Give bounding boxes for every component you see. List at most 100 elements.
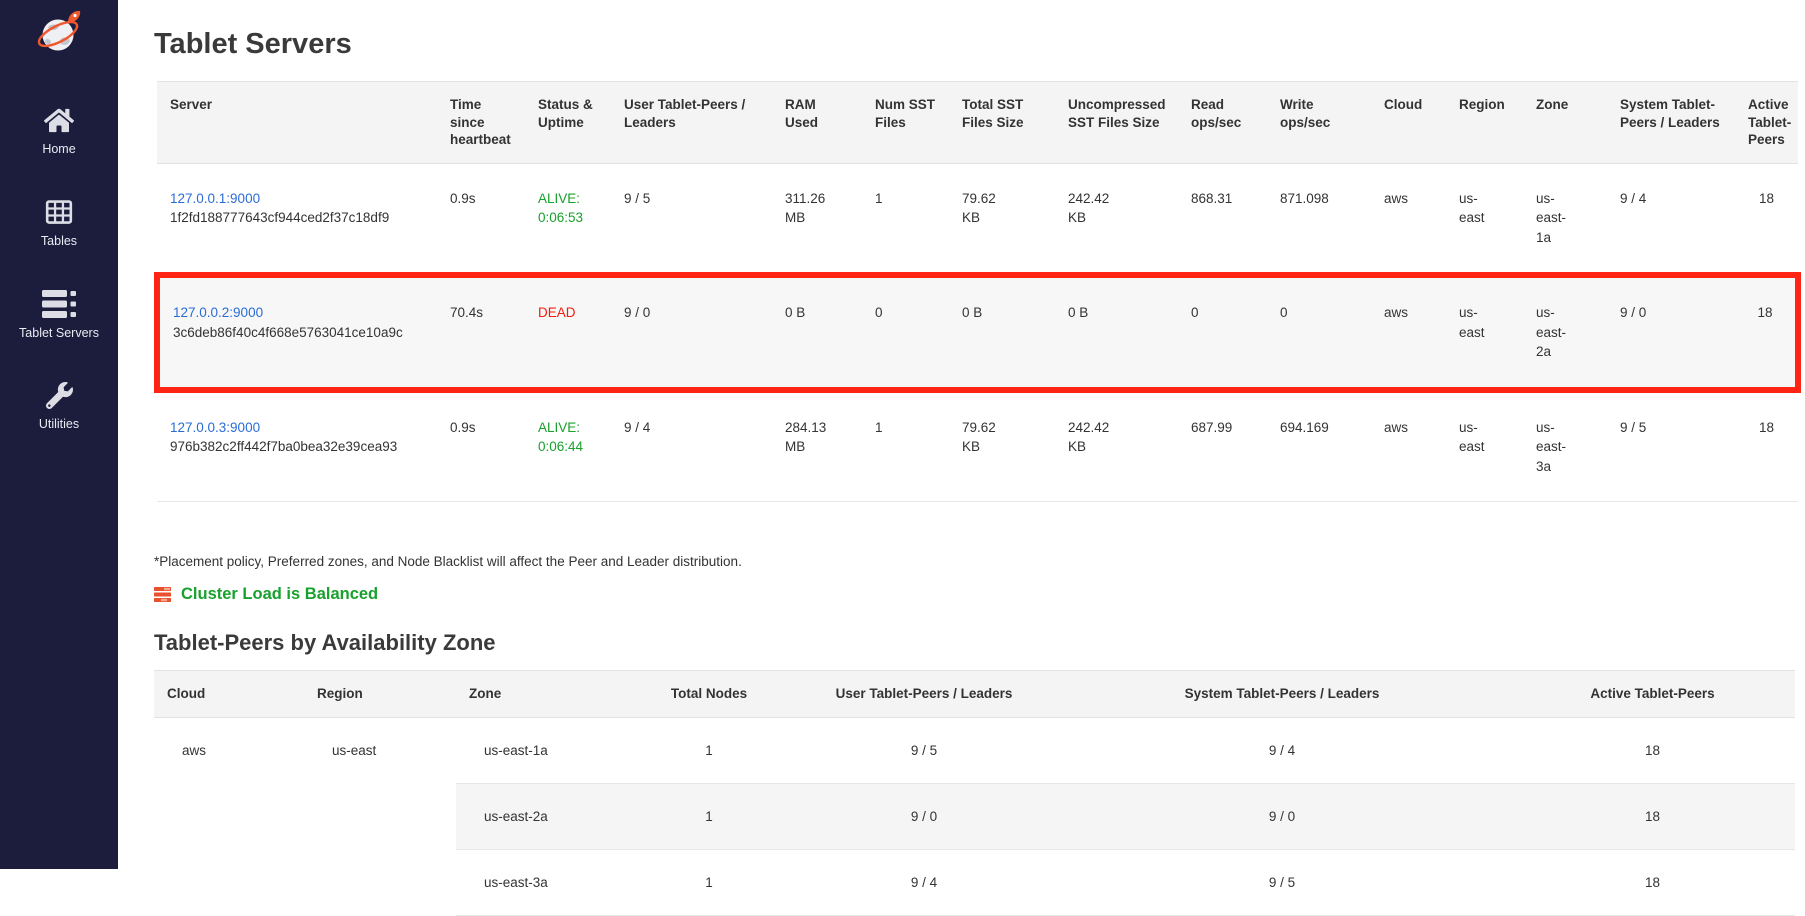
user-peers-cell: 9 / 0 bbox=[611, 275, 772, 390]
az-section-title: Tablet-Peers by Availability Zone bbox=[154, 630, 1795, 656]
server-cell: 127.0.0.3:9000 976b382c2ff442f7ba0bea32e… bbox=[157, 390, 437, 502]
system-peers-cell: 9 / 5 bbox=[1607, 390, 1735, 502]
az-total-nodes-cell: 1 bbox=[624, 783, 794, 849]
col-header-server: Server bbox=[157, 82, 437, 164]
heartbeat-cell: 0.9s bbox=[437, 163, 525, 275]
az-active-peers-cell: 18 bbox=[1510, 849, 1795, 915]
az-system-peers-cell: 9 / 4 bbox=[1054, 717, 1510, 783]
tablet-servers-icon bbox=[42, 290, 76, 318]
status-value: DEAD bbox=[538, 303, 598, 323]
system-peers-cell: 9 / 4 bbox=[1607, 163, 1735, 275]
load-balance-icon bbox=[154, 587, 171, 602]
num-sst-cell: 0 bbox=[862, 275, 949, 390]
server-link[interactable]: 127.0.0.2:9000 bbox=[173, 305, 263, 320]
az-col-header-active-peers: Active Tablet-Peers bbox=[1510, 671, 1795, 718]
cloud-cell: aws bbox=[1371, 390, 1446, 502]
write-ops-cell: 694.169 bbox=[1267, 390, 1371, 502]
total-sst-cell: 0 B bbox=[949, 275, 1055, 390]
az-region-cell: us-east bbox=[304, 717, 456, 915]
tserver-row-3: 127.0.0.3:9000 976b382c2ff442f7ba0bea32e… bbox=[157, 390, 1798, 502]
system-peers-cell: 9 / 0 bbox=[1607, 275, 1735, 390]
read-ops-cell: 0 bbox=[1178, 275, 1267, 390]
tablet-servers-table: Server Time since heartbeat Status & Upt… bbox=[154, 81, 1801, 502]
region-cell: us-east bbox=[1446, 163, 1523, 275]
user-peers-cell: 9 / 4 bbox=[611, 390, 772, 502]
az-total-nodes-cell: 1 bbox=[624, 849, 794, 915]
sidebar-nav: Home Tables Tablet Servers Ut bbox=[0, 107, 118, 431]
total-sst-cell: 79.62 KB bbox=[949, 163, 1055, 275]
active-peers-cell: 18 bbox=[1735, 390, 1798, 502]
server-link[interactable]: 127.0.0.3:9000 bbox=[170, 420, 260, 435]
az-header-row: Cloud Region Zone Total Nodes User Table… bbox=[154, 671, 1795, 718]
server-cell: 127.0.0.2:9000 3c6deb86f40c4f668e5763041… bbox=[157, 275, 437, 390]
placement-policy-footnote: *Placement policy, Preferred zones, and … bbox=[154, 554, 1795, 569]
sidebar-item-label: Utilities bbox=[39, 417, 79, 431]
col-header-user-peers: User Tablet-Peers / Leaders bbox=[611, 82, 772, 164]
az-cloud-cell: aws bbox=[154, 717, 304, 915]
ram-cell: 284.13 MB bbox=[772, 390, 862, 502]
col-header-total-sst: Total SST Files Size bbox=[949, 82, 1055, 164]
cluster-load-status-label: Cluster Load is Balanced bbox=[181, 585, 378, 604]
read-ops-cell: 868.31 bbox=[1178, 163, 1267, 275]
sidebar-item-home[interactable]: Home bbox=[0, 107, 118, 156]
az-row-us-east-1a: aws us-east us-east-1a 1 9 / 5 9 / 4 18 bbox=[154, 717, 1795, 783]
uptime-value: 0:06:53 bbox=[538, 208, 598, 228]
cluster-load-status: Cluster Load is Balanced bbox=[154, 585, 1795, 604]
home-icon bbox=[44, 107, 74, 134]
az-zone-cell: us-east-3a bbox=[456, 849, 624, 915]
cloud-cell: aws bbox=[1371, 163, 1446, 275]
col-header-status: Status & Uptime bbox=[525, 82, 611, 164]
yugabyte-logo[interactable] bbox=[35, 8, 83, 61]
az-system-peers-cell: 9 / 0 bbox=[1054, 783, 1510, 849]
region-cell: us-east bbox=[1446, 275, 1523, 390]
status-value: ALIVE: bbox=[538, 189, 598, 209]
sidebar-item-label: Tablet Servers bbox=[19, 326, 99, 340]
uptime-value: 0:06:44 bbox=[538, 437, 598, 457]
server-link[interactable]: 127.0.0.1:9000 bbox=[170, 191, 260, 206]
az-active-peers-cell: 18 bbox=[1510, 783, 1795, 849]
uncompressed-sst-cell: 242.42 KB bbox=[1055, 163, 1178, 275]
col-header-system-peers: System Tablet-Peers / Leaders bbox=[1607, 82, 1735, 164]
az-total-nodes-cell: 1 bbox=[624, 717, 794, 783]
server-uuid: 3c6deb86f40c4f668e5763041ce10a9c bbox=[173, 323, 424, 343]
col-header-num-sst: Num SST Files bbox=[862, 82, 949, 164]
az-active-peers-cell: 18 bbox=[1510, 717, 1795, 783]
zone-cell: us-east-2a bbox=[1523, 275, 1607, 390]
az-user-peers-cell: 9 / 5 bbox=[794, 717, 1054, 783]
az-col-header-region: Region bbox=[304, 671, 456, 718]
status-cell: ALIVE: 0:06:53 bbox=[525, 163, 611, 275]
ram-cell: 0 B bbox=[772, 275, 862, 390]
zone-cell: us-east-3a bbox=[1523, 390, 1607, 502]
server-uuid: 976b382c2ff442f7ba0bea32e39cea93 bbox=[170, 437, 424, 457]
sidebar-item-tablet-servers[interactable]: Tablet Servers bbox=[0, 290, 118, 340]
tablet-servers-header-row: Server Time since heartbeat Status & Upt… bbox=[157, 82, 1798, 164]
az-col-header-system-peers: System Tablet-Peers / Leaders bbox=[1054, 671, 1510, 718]
ram-cell: 311.26 MB bbox=[772, 163, 862, 275]
col-header-ram: RAM Used bbox=[772, 82, 862, 164]
region-cell: us-east bbox=[1446, 390, 1523, 502]
cloud-cell: aws bbox=[1371, 275, 1446, 390]
active-peers-cell: 18 bbox=[1735, 275, 1798, 390]
total-sst-cell: 79.62 KB bbox=[949, 390, 1055, 502]
az-system-peers-cell: 9 / 5 bbox=[1054, 849, 1510, 915]
col-header-region: Region bbox=[1446, 82, 1523, 164]
col-header-heartbeat: Time since heartbeat bbox=[437, 82, 525, 164]
sidebar-item-label: Home bbox=[42, 142, 75, 156]
az-zone-cell: us-east-2a bbox=[456, 783, 624, 849]
col-header-zone: Zone bbox=[1523, 82, 1607, 164]
tables-icon bbox=[44, 198, 74, 226]
tserver-row-2-dead-highlighted: 127.0.0.2:9000 3c6deb86f40c4f668e5763041… bbox=[157, 275, 1798, 390]
status-cell: ALIVE: 0:06:44 bbox=[525, 390, 611, 502]
zone-cell: us-east-1a bbox=[1523, 163, 1607, 275]
col-header-uncompressed-sst: Uncompressed SST Files Size bbox=[1055, 82, 1178, 164]
uncompressed-sst-cell: 0 B bbox=[1055, 275, 1178, 390]
az-zone-cell: us-east-1a bbox=[456, 717, 624, 783]
tserver-row-1: 127.0.0.1:9000 1f2fd188777643cf944ced2f3… bbox=[157, 163, 1798, 275]
page-title: Tablet Servers bbox=[154, 28, 1795, 61]
sidebar-item-tables[interactable]: Tables bbox=[0, 198, 118, 248]
user-peers-cell: 9 / 5 bbox=[611, 163, 772, 275]
sidebar-item-utilities[interactable]: Utilities bbox=[0, 382, 118, 431]
col-header-write-ops: Write ops/sec bbox=[1267, 82, 1371, 164]
heartbeat-cell: 70.4s bbox=[437, 275, 525, 390]
az-user-peers-cell: 9 / 4 bbox=[794, 849, 1054, 915]
